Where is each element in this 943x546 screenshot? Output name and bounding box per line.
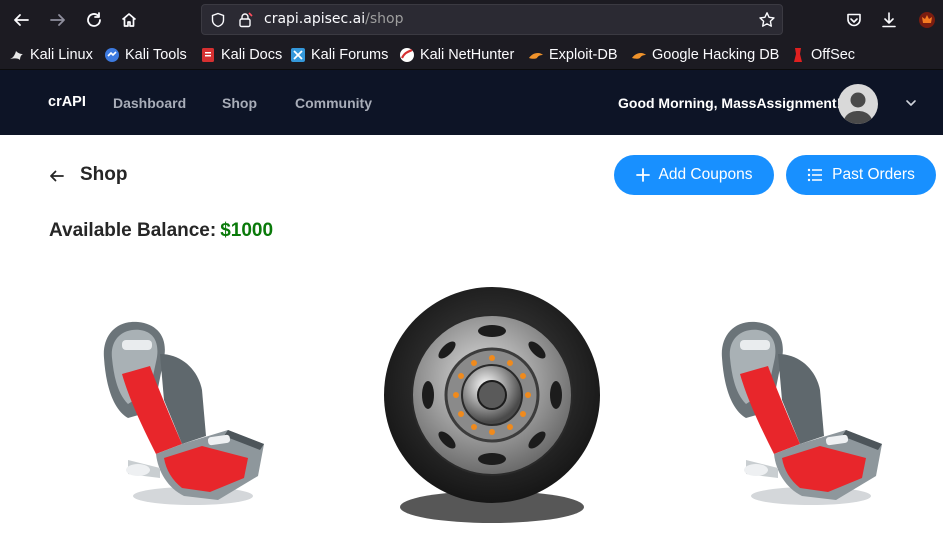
bookmark-kali-linux[interactable]: Kali Linux — [9, 46, 93, 64]
offsec-icon — [794, 48, 802, 62]
bookmark-label: Kali Docs — [221, 47, 283, 63]
bookmarks-bar: Kali Linux Kali Tools Kali Docs Kali For… — [0, 40, 943, 70]
home-icon — [121, 13, 137, 27]
user-icon — [843, 92, 873, 124]
bookmark-label: Kali NetHunter — [420, 47, 515, 63]
bookmark-kali-forums[interactable]: Kali Forums — [290, 46, 388, 64]
bookmark-label: Kali Tools — [125, 47, 187, 63]
forward-button[interactable] — [43, 6, 73, 34]
pocket-icon[interactable] — [845, 11, 863, 29]
lock-warning-icon — [239, 12, 253, 28]
shield-icon — [211, 12, 225, 28]
bookmark-label: Kali Forums — [311, 47, 389, 63]
arrow-left-icon — [14, 14, 29, 26]
kali-nethunter-icon — [400, 48, 414, 62]
url-text: crapi.apisec.ai/shop — [264, 11, 404, 27]
add-coupons-label: Add Coupons — [658, 166, 753, 183]
wheel-icon[interactable] — [380, 285, 604, 530]
download-icon[interactable] — [880, 11, 898, 29]
bookmark-star-icon[interactable] — [758, 11, 776, 29]
bookmark-offsec[interactable]: OffSec — [790, 46, 855, 64]
balance-label: Available Balance: — [49, 220, 217, 241]
kali-tools-icon — [105, 48, 119, 62]
home-button[interactable] — [114, 6, 144, 34]
nav-community[interactable]: Community — [295, 95, 372, 111]
avatar[interactable] — [838, 84, 878, 124]
page-title: Shop — [80, 164, 128, 185]
plus-icon — [635, 168, 650, 182]
chevron-down-icon[interactable] — [904, 96, 918, 110]
arrow-left-icon[interactable] — [48, 167, 66, 185]
exploit-db-icon — [529, 53, 543, 59]
back-button[interactable] — [6, 6, 36, 34]
nav-shop[interactable]: Shop — [222, 95, 257, 111]
bookmark-exploit-db[interactable]: Exploit-DB — [528, 46, 618, 64]
available-balance: Available Balance: $1000 — [49, 220, 273, 242]
past-orders-button[interactable]: Past Orders — [786, 155, 936, 195]
app-navbar: crAPI Dashboard Shop Community Good Morn… — [0, 70, 943, 135]
bookmark-label: OffSec — [811, 47, 856, 63]
car-seat-icon[interactable] — [716, 318, 886, 512]
reload-icon — [87, 12, 101, 27]
list-icon — [807, 168, 823, 182]
balance-value: $1000 — [220, 220, 274, 241]
bookmark-label: Exploit-DB — [549, 47, 618, 63]
past-orders-label: Past Orders — [832, 166, 915, 183]
car-seat-icon[interactable] — [98, 318, 268, 512]
nav-dashboard[interactable]: Dashboard — [113, 95, 186, 111]
url-bar[interactable]: crapi.apisec.ai/shop — [201, 4, 783, 35]
brand-logo[interactable]: crAPI — [48, 94, 86, 110]
browser-toolbar: crapi.apisec.ai/shop — [0, 0, 943, 40]
bookmark-kali-tools[interactable]: Kali Tools — [104, 46, 187, 64]
add-coupons-button[interactable]: Add Coupons — [614, 155, 774, 195]
greeting-text: Good Morning, MassAssignment! — [618, 95, 842, 111]
extension-fox-icon[interactable] — [917, 10, 937, 30]
bookmark-google-hacking-db[interactable]: Google Hacking DB — [631, 46, 779, 64]
bookmark-label: Google Hacking DB — [652, 47, 780, 63]
reload-button[interactable] — [79, 6, 109, 34]
kali-forums-icon — [291, 48, 305, 62]
kali-dragon-icon — [10, 51, 23, 60]
kali-docs-icon — [202, 48, 214, 62]
arrow-right-icon — [50, 14, 65, 26]
bookmark-kali-nethunter[interactable]: Kali NetHunter — [399, 46, 514, 64]
ghdb-icon — [632, 53, 646, 59]
bookmark-kali-docs[interactable]: Kali Docs — [200, 46, 282, 64]
bookmark-label: Kali Linux — [30, 47, 93, 63]
